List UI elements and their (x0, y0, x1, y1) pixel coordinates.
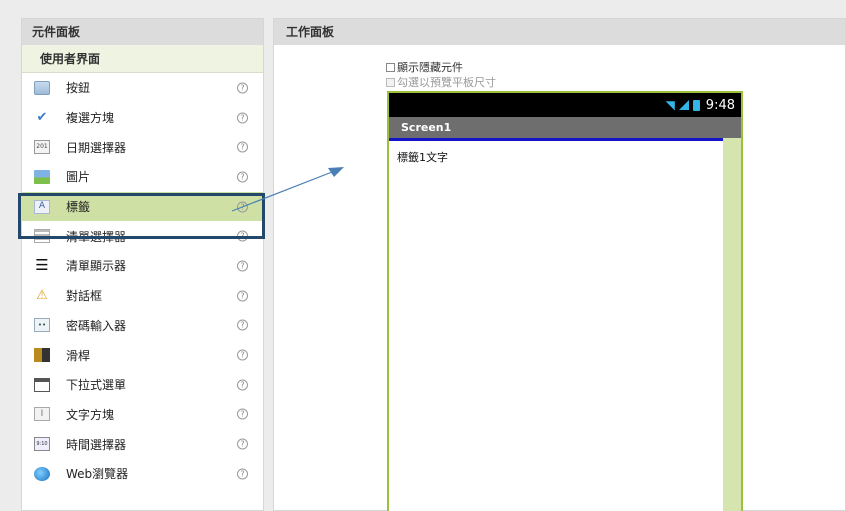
help-icon[interactable]: ? (237, 319, 248, 331)
palette-list: 按鈕? ✔ 複選方塊? 201 日期選擇器? 圖片? A 標籤? 清單選擇器? ☰ 清單顯示器? ⚠ 對… (22, 73, 263, 489)
checkbox-box[interactable] (386, 62, 395, 72)
palette-item-warning[interactable]: ⚠ 對話框? (22, 281, 263, 311)
palette-item-label: 密碼輸入器 (66, 318, 127, 333)
help-icon[interactable]: ? (237, 171, 248, 183)
palette-category-user-interface[interactable]: 使用者界面 (22, 45, 263, 73)
screen-title-bar[interactable]: Screen1 (389, 117, 741, 138)
screen-canvas[interactable]: 標籤1文字 (389, 141, 723, 511)
list-view-icon: ☰ (35, 256, 49, 275)
help-icon[interactable]: ? (237, 408, 248, 420)
palette-item-clock[interactable]: 9:10 時間選擇器? (22, 429, 263, 459)
palette-item-label: 對話框 (66, 289, 103, 304)
help-icon[interactable]: ? (237, 201, 248, 213)
battery-icon (692, 99, 700, 111)
palette-item-label: 文字方塊 (66, 407, 115, 422)
show-hidden-components-checkbox[interactable]: 顯示隱藏元件 (386, 59, 463, 75)
list-picker-icon (34, 229, 50, 244)
screen-scrollbar[interactable] (723, 138, 741, 511)
palette-item-password[interactable]: •• 密碼輸入器? (22, 311, 263, 341)
palette-item-list-picker[interactable]: 清單選擇器? (22, 221, 263, 251)
slider-icon (34, 348, 50, 363)
palette-item-web-viewer[interactable]: Web瀏覽器? (22, 459, 263, 489)
spinner-icon (34, 377, 50, 392)
palette-item-button[interactable]: 按鈕? (22, 73, 263, 103)
palette-item-textbox[interactable]: I 文字方塊? (22, 400, 263, 430)
palette-item-spinner[interactable]: 下拉式選單? (22, 370, 263, 400)
help-icon[interactable]: ? (237, 379, 248, 391)
tablet-preview-label: 勾選以預覽平板尺寸 (397, 76, 496, 89)
palette-item-label: 複選方塊 (66, 111, 115, 126)
help-icon[interactable]: ? (237, 82, 248, 94)
workspace-header: 工作面板 (274, 19, 845, 45)
palette-item-label: 按鈕 (66, 81, 91, 96)
help-icon[interactable]: ? (237, 290, 248, 302)
palette-item-image[interactable]: 圖片? (22, 162, 263, 192)
help-icon[interactable]: ? (237, 260, 248, 272)
workspace-panel: 工作面板 顯示隱藏元件 勾選以預覽平板尺寸 ◥ 9:48 Screen1 標籤1… (273, 18, 846, 511)
palette-header: 元件面板 (22, 19, 263, 45)
palette-item-list-view[interactable]: ☰ 清單顯示器? (22, 251, 263, 281)
palette-item-label: 標籤 (66, 200, 91, 215)
tablet-preview-checkbox[interactable]: 勾選以預覽平板尺寸 (386, 74, 496, 90)
signal-icon (678, 100, 689, 110)
status-clock: 9:48 (705, 97, 735, 113)
palette-item-label: 清單顯示器 (66, 259, 127, 274)
palette-item-label: Web瀏覽器 (66, 467, 129, 482)
help-icon[interactable]: ? (237, 438, 248, 450)
help-icon[interactable]: ? (237, 230, 248, 242)
wifi-icon: ◥ (665, 98, 675, 112)
password-icon: •• (34, 318, 50, 333)
help-icon[interactable]: ? (237, 468, 248, 480)
calendar-icon: 201 (34, 140, 50, 155)
phone-preview: ◥ 9:48 Screen1 標籤1文字 (387, 91, 743, 511)
help-icon[interactable]: ? (237, 349, 248, 361)
label-component[interactable]: 標籤1文字 (397, 149, 448, 165)
palette-panel: 元件面板 使用者界面 按鈕? ✔ 複選方塊? 201 日期選擇器? 圖片? A 標籤? 清單選擇… (21, 18, 264, 511)
palette-item-label: 日期選擇器 (66, 140, 127, 155)
label-icon: A (34, 199, 50, 214)
help-icon[interactable]: ? (237, 112, 248, 124)
palette-item-slider[interactable]: 滑桿? (22, 340, 263, 370)
button-icon (34, 80, 50, 95)
textbox-icon: I (34, 407, 50, 422)
palette-item-checkbox[interactable]: ✔ 複選方塊? (22, 103, 263, 133)
palette-item-label: 圖片 (66, 170, 91, 185)
help-icon[interactable]: ? (237, 141, 248, 153)
web-viewer-icon (34, 466, 50, 481)
palette-item-label: 下拉式選單 (66, 378, 127, 393)
app-inventor-designer: 元件面板 使用者界面 按鈕? ✔ 複選方塊? 201 日期選擇器? 圖片? A 標籤? 清單選擇… (0, 0, 846, 511)
warning-icon: ⚠ (36, 288, 48, 304)
checkbox-box[interactable] (386, 77, 395, 87)
show-hidden-label: 顯示隱藏元件 (397, 61, 463, 74)
palette-item-label[interactable]: A 標籤? (22, 191, 263, 222)
checkbox-icon: ✔ (36, 110, 48, 126)
image-icon (34, 169, 50, 184)
palette-item-label: 時間選擇器 (66, 437, 127, 452)
palette-item-calendar[interactable]: 201 日期選擇器? (22, 132, 263, 162)
status-bar: ◥ 9:48 (389, 93, 741, 117)
palette-item-label: 滑桿 (66, 348, 91, 363)
clock-icon: 9:10 (34, 437, 50, 452)
palette-item-label: 清單選擇器 (66, 229, 127, 244)
